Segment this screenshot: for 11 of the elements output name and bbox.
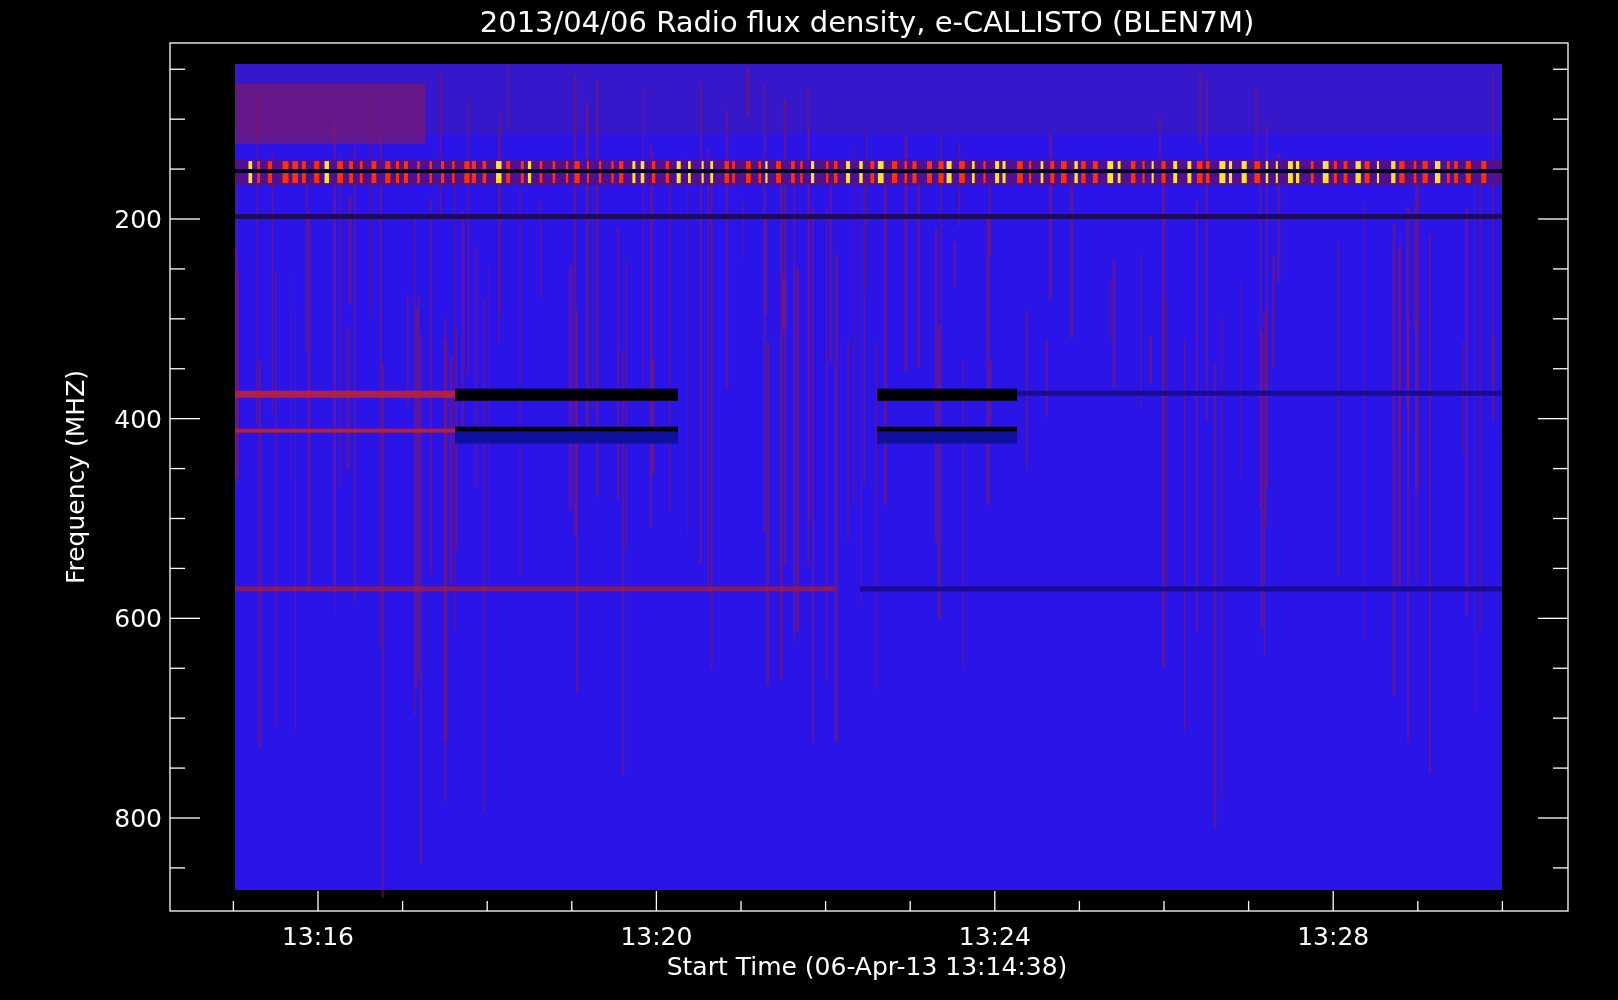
y-tick-label: 400 <box>114 404 162 434</box>
y-tick-label: 600 <box>114 604 162 634</box>
y-axis-label: Frequency (MHZ) <box>61 369 90 585</box>
y-tick-label: 200 <box>114 205 162 234</box>
y-tick-label: 800 <box>114 804 162 833</box>
x-tick-label: 13:16 <box>282 922 354 951</box>
x-axis-label: Start Time (06-Apr-13 13:14:38) <box>666 952 1068 981</box>
plot-title: 2013/04/06 Radio flux density, e-CALLISTO (BLEN7M) <box>479 5 1255 39</box>
x-tick-label: 13:20 <box>620 922 693 951</box>
x-tick-label: 13:24 <box>958 922 1031 951</box>
x-tick-label: 13:28 <box>1297 922 1370 951</box>
